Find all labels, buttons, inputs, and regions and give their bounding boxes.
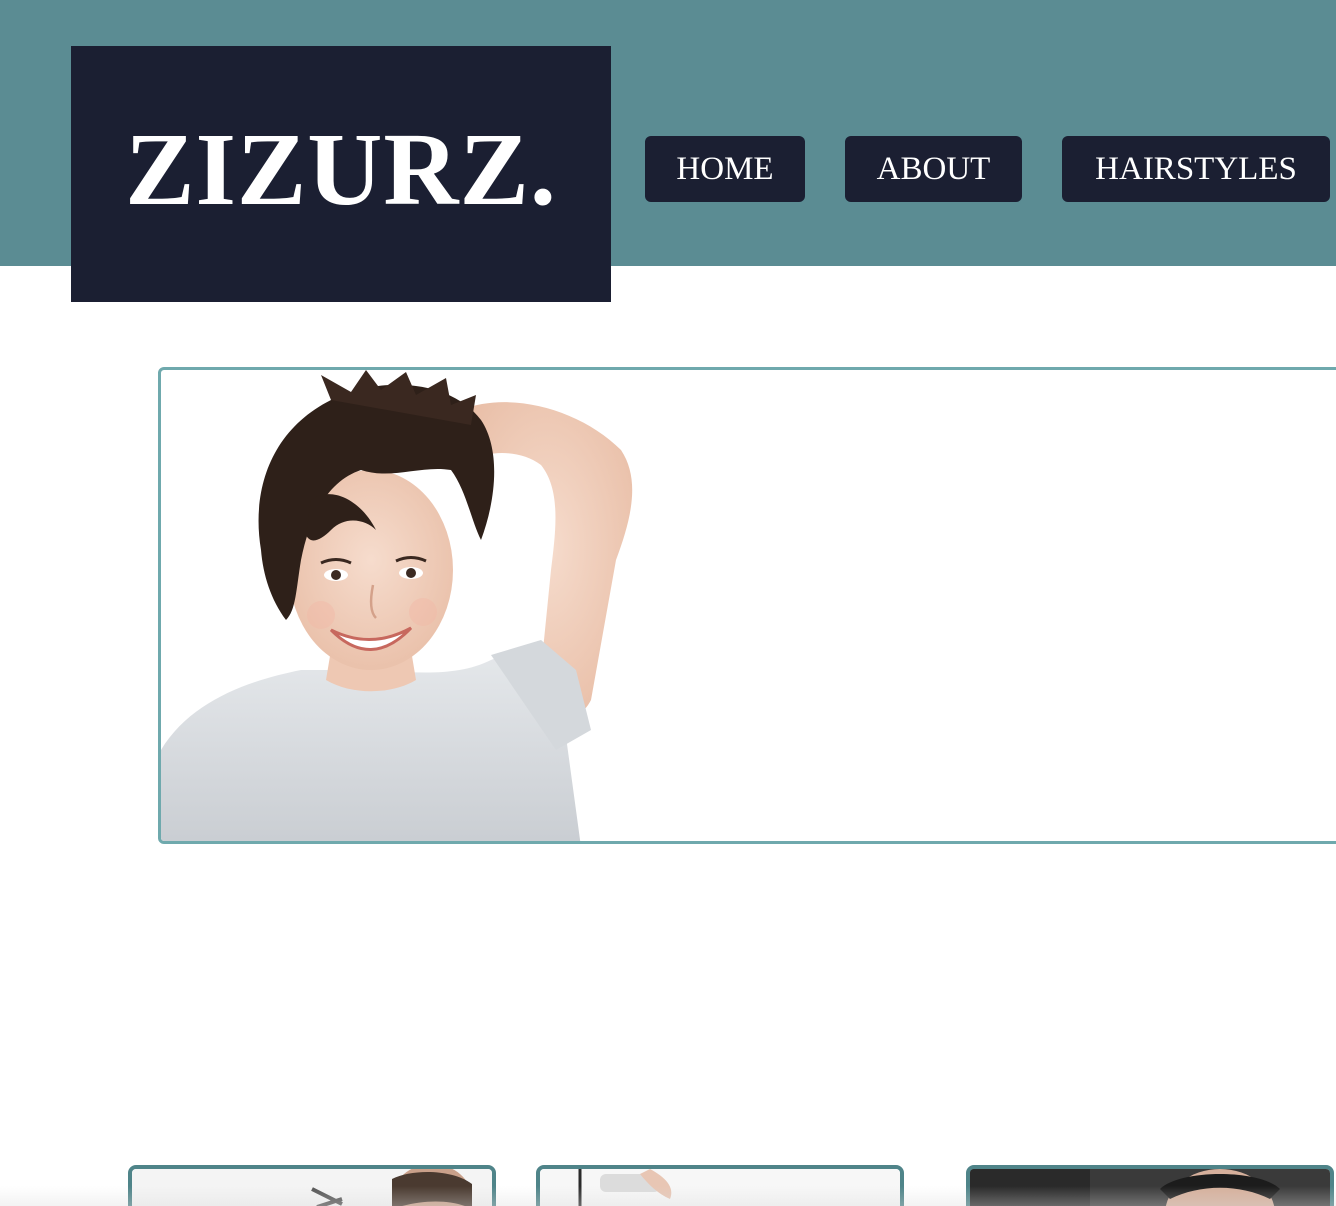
haircut-scissors-image	[132, 1169, 492, 1206]
logo-text: ZIZURZ.	[125, 112, 557, 227]
hero-portrait-image	[161, 370, 633, 841]
hair-clipper-image	[540, 1169, 900, 1206]
man-haircut-image	[970, 1169, 1330, 1206]
hero-banner	[158, 367, 1336, 844]
site-logo[interactable]: ZIZURZ.	[71, 46, 611, 302]
page: ZIZURZ. HOME ABOUT HAIRSTYLES	[0, 0, 1336, 1206]
gallery-thumbnail[interactable]	[128, 1165, 496, 1206]
nav-hairstyles-button[interactable]: HAIRSTYLES	[1062, 136, 1330, 202]
nav-about-button[interactable]: ABOUT	[845, 136, 1022, 202]
nav-home-button[interactable]: HOME	[645, 136, 805, 202]
gallery-thumbnail[interactable]	[536, 1165, 904, 1206]
gallery-thumbnail[interactable]	[966, 1165, 1334, 1206]
